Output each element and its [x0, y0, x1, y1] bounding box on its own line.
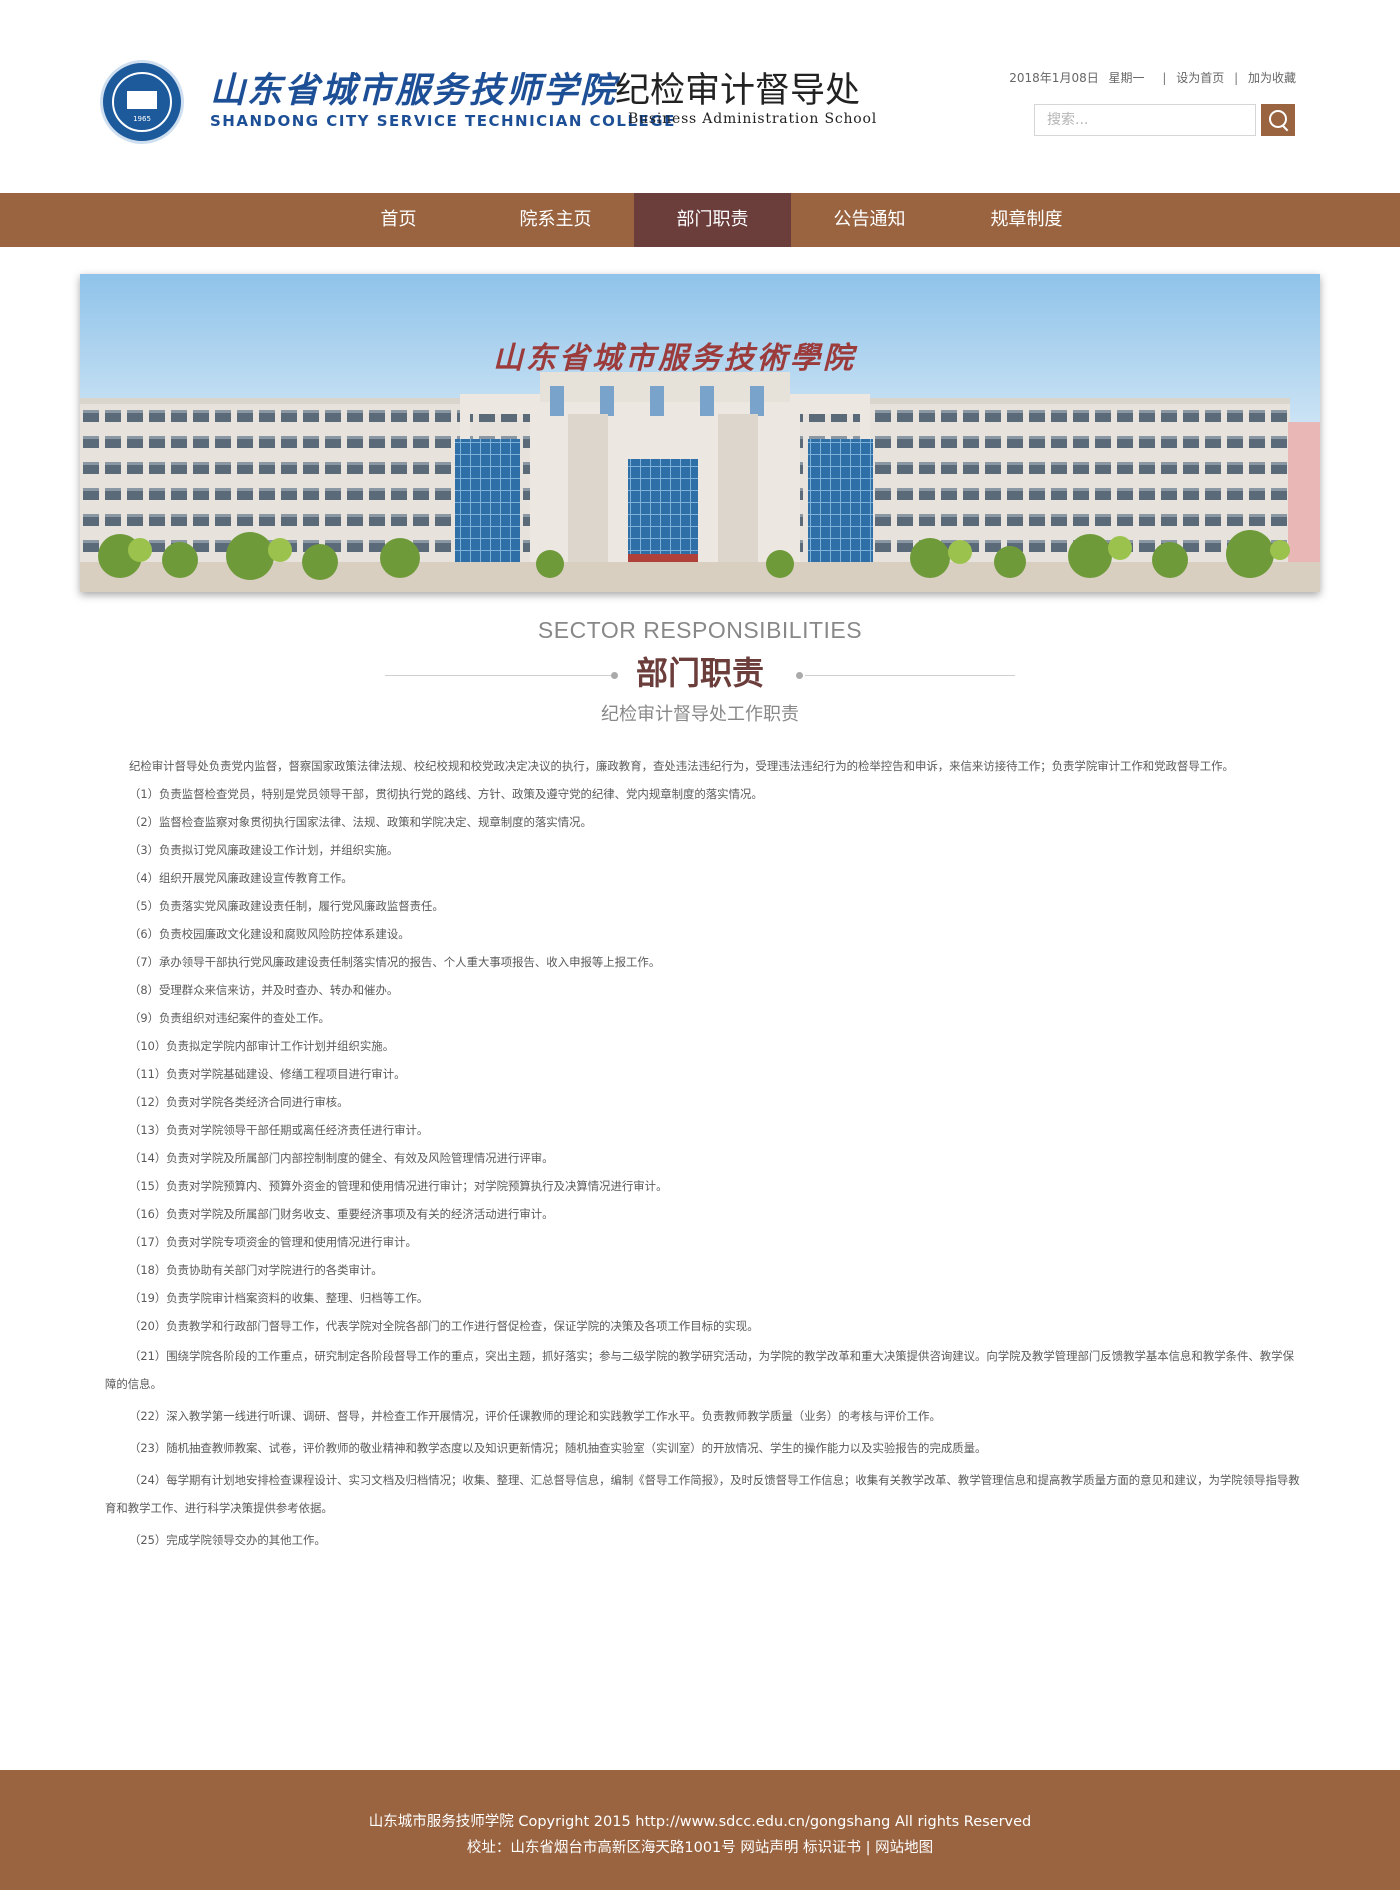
responsibilities-content: 纪检审计督导处负责党内监督，督察国家政策法律法规、校纪校规和校党政决定决议的执行…	[105, 752, 1305, 1558]
title-divider-dot-right	[796, 672, 803, 679]
section-title-en: SECTOR RESPONSIBILITIES	[537, 617, 863, 643]
duty-item: （4）组织开展党风廉政建设宣传教育工作。	[129, 871, 353, 885]
duty-item: （21）围绕学院各阶段的工作重点，研究制定各阶段督导工作的重点，突出主题，抓好落…	[105, 1349, 1294, 1391]
duty-item: （6）负责校园廉政文化建设和腐败风险防控体系建设。	[129, 927, 410, 941]
footer-link-certificate[interactable]: 标识证书	[803, 1840, 861, 1856]
set-homepage-link[interactable]: 设为首页	[1176, 69, 1224, 86]
duty-item: （7）承办领导干部执行党风廉政建设责任制落实情况的报告、个人重大事项报告、收入申…	[129, 955, 661, 969]
add-favorite-link[interactable]: 加为收藏	[1248, 69, 1296, 86]
duty-item: （11）负责对学院基础建设、修缮工程项目进行审计。	[129, 1067, 406, 1081]
footer-address: 校址：山东省烟台市高新区海天路1001号	[466, 1840, 736, 1856]
nav-item-regulations[interactable]: 规章制度	[948, 193, 1105, 247]
nav-items: 首页 院系主页 部门职责 公告通知 规章制度	[320, 193, 1105, 247]
duty-item: （23）随机抽查教师教案、试卷，评价教师的敬业精神和教学态度以及知识更新情况；随…	[129, 1441, 987, 1455]
main-nav: 首页 院系主页 部门职责 公告通知 规章制度	[0, 193, 1400, 247]
duty-item: （13）负责对学院领导干部任期或离任经济责任进行审计。	[129, 1123, 429, 1137]
nav-item-department-home[interactable]: 院系主页	[477, 193, 634, 247]
duty-item: （9）负责组织对违纪案件的查处工作。	[129, 1011, 330, 1025]
footer-address-line: 校址：山东省烟台市高新区海天路1001号 网站声明 标识证书 | 网站地图	[0, 1836, 1400, 1857]
college-name-cn: 山东省城市服务技师学院	[210, 70, 618, 111]
banner-sign-text: 山东省城市服务技術學院	[493, 341, 858, 376]
title-divider-right	[805, 675, 1015, 676]
duty-item: （24）每学期有计划地安排检查课程设计、实习文档及归档情况；收集、整理、汇总督导…	[105, 1473, 1300, 1515]
site-footer: 山东城市服务技师学院 Copyright 2015 http://www.sdc…	[0, 1770, 1400, 1890]
nav-item-notices[interactable]: 公告通知	[791, 193, 948, 247]
duty-item: （18）负责协助有关部门对学院进行的各类审计。	[129, 1263, 383, 1277]
duty-item: （12）负责对学院各类经济合同进行审核。	[129, 1095, 349, 1109]
campus-banner: 山东省城市服务技術學院	[80, 274, 1320, 592]
separator: |	[1162, 71, 1167, 85]
department-name-cn: 纪检审计督导处	[615, 71, 861, 111]
intro-paragraph: 纪检审计督导处负责党内监督，督察国家政策法律法规、校纪校规和校党政决定决议的执行…	[129, 759, 1234, 773]
search-icon-handle	[1281, 124, 1289, 132]
duty-item: （1）负责监督检查党员，特别是党员领导干部，贯彻执行党的路线、方针、政策及遵守党…	[129, 787, 763, 801]
campus-building-image: 山东省城市服务技術學院	[80, 274, 1320, 592]
department-name-en: Business Administration School	[628, 111, 878, 127]
footer-copyright: 山东城市服务技师学院 Copyright 2015 http://www.sdc…	[368, 1814, 1032, 1830]
separator: |	[1234, 71, 1239, 85]
duty-item: （17）负责对学院专项资金的管理和使用情况进行审计。	[129, 1235, 417, 1249]
duty-item: （10）负责拟定学院内部审计工作计划并组织实施。	[129, 1039, 395, 1053]
separator: |	[865, 1840, 871, 1856]
duty-item: （20）负责教学和行政部门督导工作，代表学院对全院各部门的工作进行督促检查，保证…	[129, 1319, 759, 1333]
footer-link-statement[interactable]: 网站声明	[740, 1840, 798, 1856]
duty-item: （14）负责对学院及所属部门内部控制制度的健全、有效及风险管理情况进行评审。	[129, 1151, 554, 1165]
duty-item: （3）负责拟订党风廉政建设工作计划，并组织实施。	[129, 843, 399, 857]
duty-item: （25）完成学院领导交办的其他工作。	[129, 1533, 326, 1547]
section-title-cn: 部门职责	[635, 654, 764, 692]
search-button[interactable]	[1261, 104, 1295, 136]
duty-item: （15）负责对学院预算内、预算外资金的管理和使用情况进行审计；对学院预算执行及决…	[129, 1179, 668, 1193]
logo-year: 1965	[133, 115, 151, 123]
top-utility-links: 2018年1月08日 星期一 | 设为首页 | 加为收藏	[1009, 69, 1296, 86]
footer-link-sitemap[interactable]: 网站地图	[875, 1840, 933, 1856]
duty-item: （2）监督检查监察对象贯彻执行国家法律、法规、政策和学院决定、规章制度的落实情况…	[129, 815, 592, 829]
search-input[interactable]	[1034, 104, 1256, 136]
duty-item: （5）负责落实党风廉政建设责任制，履行党风廉政监督责任。	[129, 899, 444, 913]
college-name-en: SHANDONG CITY SERVICE TECHNICIAN COLLEGE	[210, 112, 676, 130]
section-subtitle: 纪检审计督导处工作职责	[601, 704, 799, 725]
duty-item: （16）负责对学院及所属部门财务收支、重要经济事项及有关的经济活动进行审计。	[129, 1207, 554, 1221]
logo-building-icon	[127, 91, 157, 109]
college-logo[interactable]: 1965	[100, 60, 184, 144]
site-header: 1965 山东省城市服务技师学院 SHANDONG CITY SERVICE T…	[0, 0, 1400, 193]
nav-item-responsibilities[interactable]: 部门职责	[634, 193, 791, 247]
current-weekday: 星期一	[1108, 71, 1145, 85]
nav-item-home[interactable]: 首页	[320, 193, 477, 247]
duty-item: （8）受理群众来信来访，并及时查办、转办和催办。	[129, 983, 399, 997]
duty-item: （19）负责学院审计档案资料的收集、整理、归档等工作。	[129, 1291, 429, 1305]
duty-item: （22）深入教学第一线进行听课、调研、督导，并检查工作开展情况，评价任课教师的理…	[129, 1409, 941, 1423]
current-date: 2018年1月08日	[1009, 71, 1099, 85]
